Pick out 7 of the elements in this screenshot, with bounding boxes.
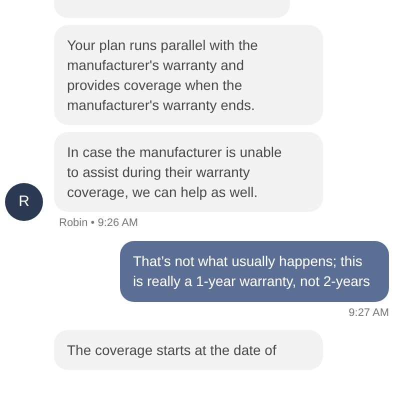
message-bubble: In case the manufacturer is unable to assist during their warranty coverage, we can help as well.	[54, 132, 323, 212]
avatar: R	[5, 183, 43, 221]
message-bubble: Your plan runs parallel with the manufacturer's warranty and provides coverage when the manufacturer's warranty ends.	[54, 25, 323, 125]
message-bubble: That’s not what usually happens; this is really a 1-year warranty, not 2-years	[120, 240, 389, 302]
message-meta: 9:27 AM	[348, 306, 389, 320]
message-bubble: The coverage starts at the date of	[54, 330, 323, 370]
message-meta: Robin • 9:26 AM	[59, 216, 140, 231]
